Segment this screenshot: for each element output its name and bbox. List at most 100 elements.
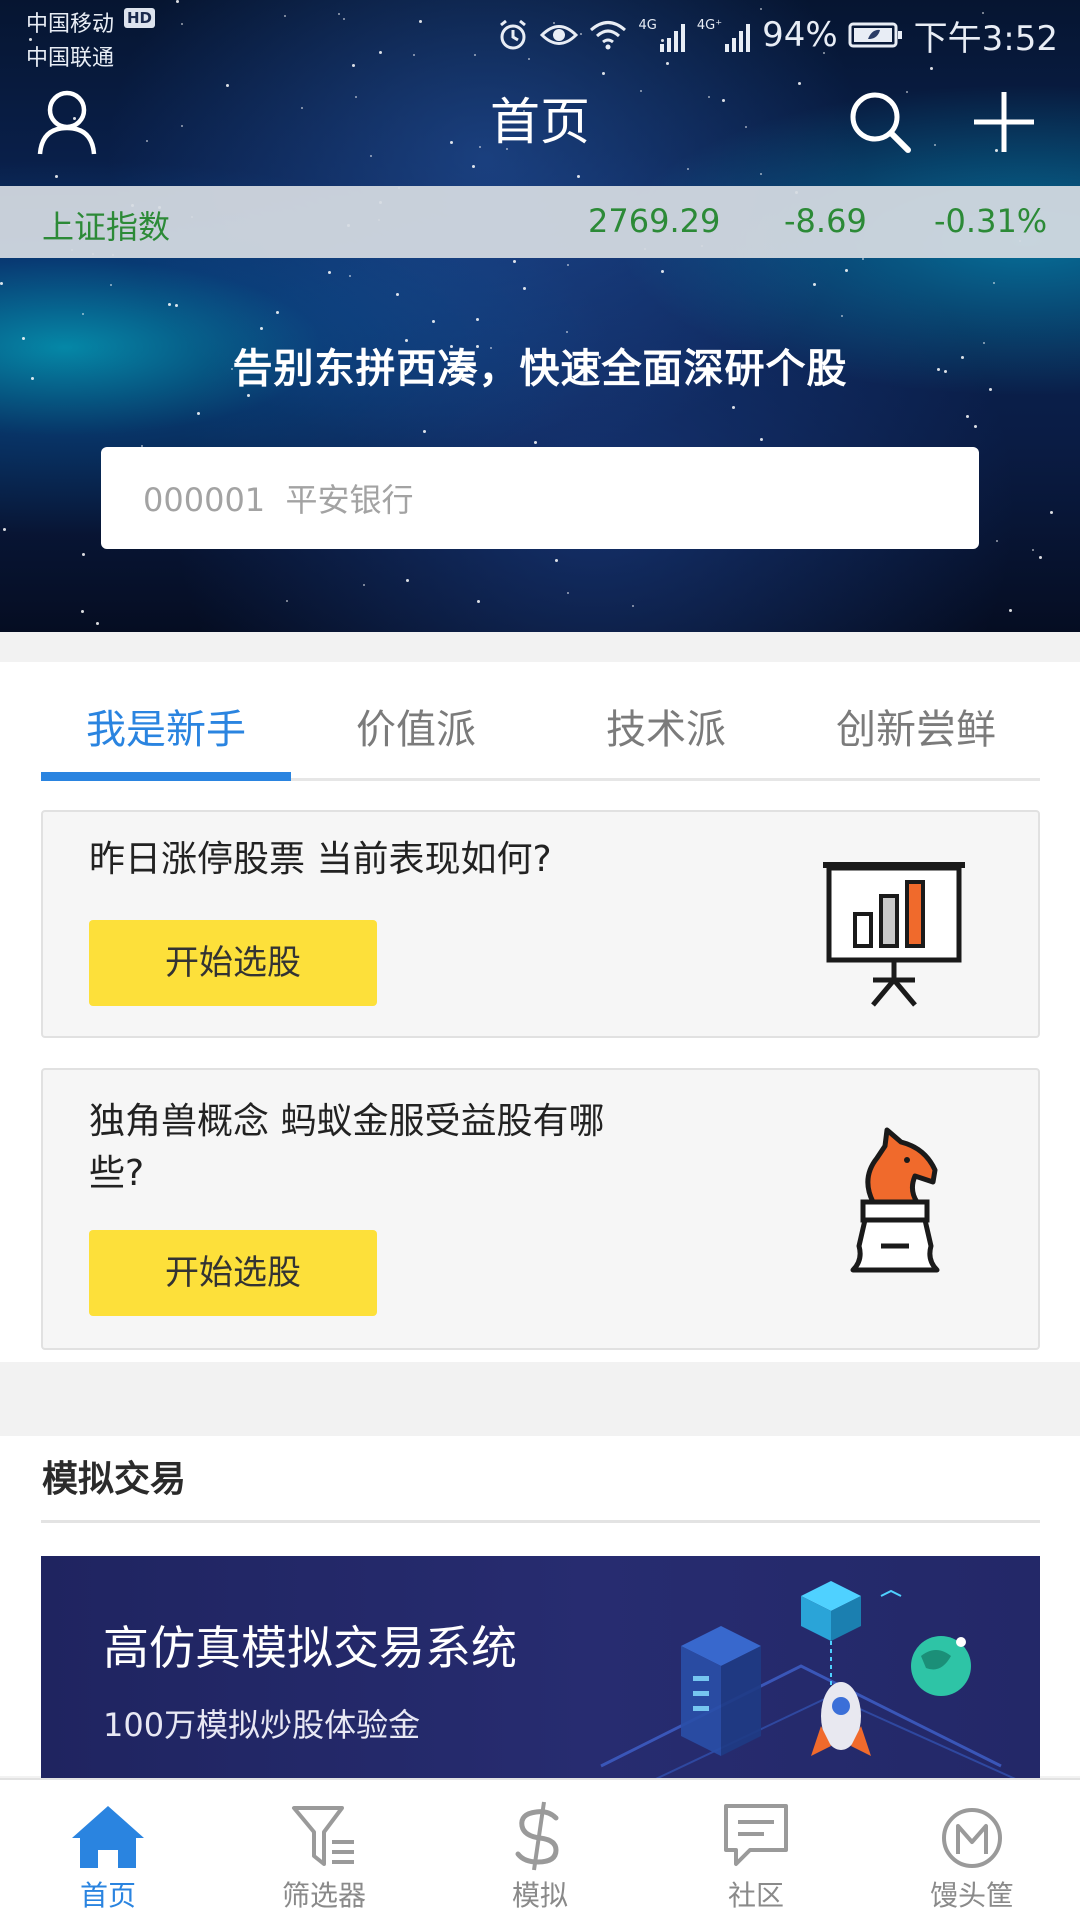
nav-label: 模拟: [511, 1879, 568, 1912]
search-placeholder: 000001 平安银行: [143, 481, 414, 519]
star: [0, 282, 3, 285]
star: [370, 155, 372, 157]
bottom-navigation: 首页 筛选器 模拟 社区 馒头筐: [0, 1778, 1080, 1922]
nav-item-home[interactable]: 首页: [0, 1780, 216, 1922]
star: [363, 584, 365, 586]
battery-icon: [848, 22, 902, 48]
network-type-1: 4G: [638, 18, 657, 33]
star: [423, 430, 426, 433]
card-question: 昨日涨停股票 当前表现如何?: [89, 839, 552, 880]
signal-bars-icon: [659, 24, 685, 52]
home-icon: [72, 1806, 144, 1868]
nav-label: 馒头筐: [929, 1879, 1014, 1912]
tab-innovation[interactable]: 创新尝鲜: [791, 682, 1041, 778]
index-ticker[interactable]: 上证指数 2769.29 -8.69 -0.31%: [0, 186, 1080, 258]
star: [841, 315, 843, 317]
banner-subtitle: 100万模拟炒股体验金: [103, 1706, 421, 1744]
stock-pick-card[interactable]: 独角兽概念 蚂蚁金服受益股有哪些? 开始选股: [41, 1068, 1040, 1350]
nav-item-filter[interactable]: 筛选器: [216, 1780, 432, 1922]
star: [862, 258, 864, 260]
star: [110, 284, 112, 286]
star: [168, 303, 171, 306]
star: [632, 605, 634, 607]
alarm-icon: [500, 19, 527, 50]
signal-2: 4G⁺: [697, 18, 752, 52]
index-price: 2769.29: [588, 202, 721, 240]
star: [732, 406, 735, 409]
network-type-2: 4G⁺: [696, 18, 723, 33]
star: [328, 271, 331, 274]
chat-icon: [724, 1804, 788, 1866]
carrier-1: 中国移动: [26, 12, 115, 37]
star: [555, 559, 558, 562]
star: [813, 283, 816, 286]
star: [396, 293, 399, 296]
star: [567, 264, 569, 266]
star: [534, 441, 537, 444]
star: [82, 313, 84, 315]
start-picking-button[interactable]: 开始选股: [89, 1230, 377, 1316]
simulated-trading-section: 模拟交易 高仿真模拟交易系统 100万模拟炒股体验金: [0, 1436, 1080, 1786]
star: [3, 528, 6, 531]
strategy-section: 我是新手 价值派 技术派 创新尝鲜 昨日涨停股票 当前表现如何? 开始选股 独角…: [0, 662, 1080, 1362]
star: [260, 327, 263, 330]
star: [175, 304, 178, 307]
index-change-percent: -0.31%: [934, 202, 1048, 240]
star: [523, 287, 526, 290]
page-title: 首页: [490, 93, 590, 151]
clock: 下午3:52: [913, 18, 1058, 59]
add-icon[interactable]: [972, 90, 1036, 154]
chess-knight-icon: [850, 1127, 940, 1273]
index-change: -8.69: [784, 202, 867, 240]
signal-bars-icon: [725, 24, 751, 52]
section-title: 模拟交易: [42, 1459, 187, 1500]
banner-title: 高仿真模拟交易系统: [103, 1621, 517, 1675]
star: [476, 318, 479, 321]
star: [472, 165, 475, 168]
nav-item-simulate[interactable]: 模拟: [432, 1780, 648, 1922]
nav-label: 社区: [727, 1879, 784, 1912]
active-tab-indicator: [41, 772, 291, 781]
battery-percent: 94%: [762, 15, 838, 55]
star: [845, 269, 848, 272]
star: [687, 168, 689, 170]
tab-value[interactable]: 价值派: [291, 682, 541, 778]
simulated-trading-banner[interactable]: 高仿真模拟交易系统 100万模拟炒股体验金: [41, 1556, 1040, 1786]
nav-item-mantoukuang[interactable]: 馒头筐: [864, 1780, 1080, 1922]
star: [247, 394, 250, 397]
star: [760, 438, 763, 441]
m-logo-icon: [942, 1808, 1002, 1868]
star: [276, 311, 279, 314]
stock-pick-card[interactable]: 昨日涨停股票 当前表现如何? 开始选股: [41, 810, 1040, 1038]
tab-beginner[interactable]: 我是新手: [41, 682, 291, 778]
star: [577, 175, 580, 178]
signal-1: 4G: [638, 18, 686, 52]
star: [760, 173, 762, 175]
wifi-icon: [590, 21, 627, 50]
eye-icon: [540, 25, 579, 45]
search-icon[interactable]: [848, 90, 912, 154]
star: [567, 592, 569, 594]
hero-slogan: 告别东拼西凑，快速全面深研个股: [232, 346, 848, 392]
star: [349, 275, 351, 277]
hd-badge: HD: [124, 8, 156, 28]
star: [602, 72, 605, 75]
star: [566, 331, 568, 333]
divider: [41, 1520, 1040, 1523]
star: [974, 425, 977, 428]
nav-label: 筛选器: [281, 1879, 366, 1912]
star: [661, 270, 664, 273]
tab-technical[interactable]: 技术派: [541, 682, 791, 778]
status-icons: 4G 4G⁺ 94% 下午3:52: [496, 12, 1058, 59]
card-question: 独角兽概念 蚂蚁金服受益股有哪些?: [89, 1101, 605, 1194]
star: [513, 260, 516, 263]
star: [81, 610, 84, 613]
star: [1050, 511, 1053, 514]
nav-item-community[interactable]: 社区: [648, 1780, 864, 1922]
star: [96, 622, 99, 625]
start-picking-button[interactable]: 开始选股: [89, 920, 377, 1006]
star: [82, 553, 85, 556]
dollar-icon: [515, 1801, 559, 1871]
nav-label: 首页: [79, 1879, 136, 1912]
stock-search-input[interactable]: 000001 平安银行: [101, 447, 979, 549]
